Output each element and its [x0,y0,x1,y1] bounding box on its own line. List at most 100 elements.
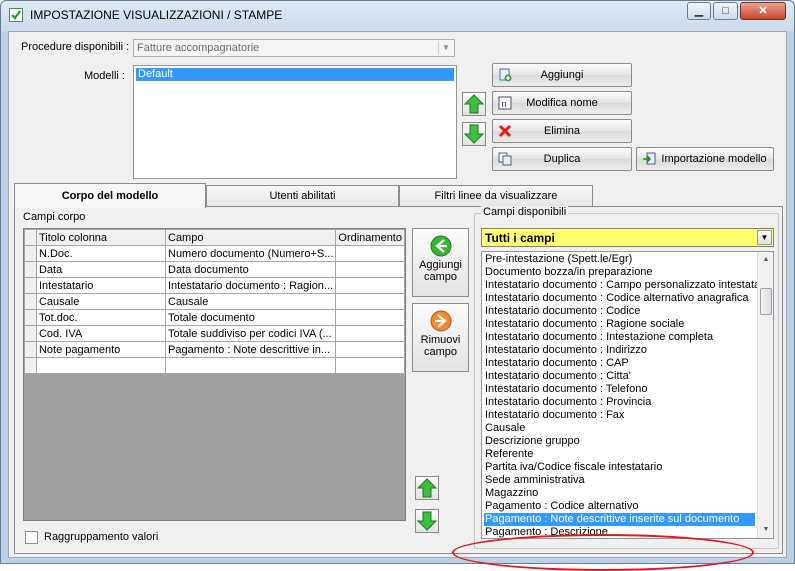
available-filter-value: Tutti i campi [485,231,555,245]
table-row[interactable] [24,357,405,374]
row-header[interactable] [24,341,37,358]
titolo-cell[interactable]: Intestatario [35,277,167,294]
row-header[interactable] [24,245,37,262]
list-item[interactable]: Pagamento : Codice alternativo [484,500,638,513]
campo-cell[interactable]: Causale [164,293,337,310]
tab-utenti-abilitati[interactable]: Utenti abilitati [206,185,399,206]
rename-model-button[interactable]: n Modifica nome [492,91,632,115]
body-fields-label: Campi corpo [23,211,86,223]
column-header-campo[interactable]: Campo [164,229,337,246]
add-field-label-2: campo [423,271,458,283]
green-up-arrow-icon [416,478,438,498]
table-row[interactable]: N.Doc. Numero documento (Numero+S... [24,245,405,262]
close-button[interactable]: ✕ [740,2,786,20]
table-row[interactable]: Note pagamento Pagamento : Note descritti… [24,341,405,358]
campo-cell[interactable]: Totale documento [164,309,337,326]
row-header[interactable] [24,261,37,278]
row-header[interactable] [24,293,37,310]
row-header[interactable] [24,325,37,342]
scroll-up-icon[interactable]: ▲ [758,252,773,268]
models-label: Modelli : [84,70,125,82]
chevron-down-icon: ▼ [438,41,453,55]
list-item[interactable]: Referente [484,448,533,461]
row-header[interactable] [24,357,37,374]
list-item[interactable]: Intestatario documento : Ragione sociale [484,318,684,331]
ordinamento-cell[interactable] [335,309,405,326]
list-item[interactable]: Intestatario documento : CAP [484,357,629,370]
titolo-cell[interactable]: Tot.doc. [35,309,167,326]
list-item[interactable]: Pagamento : Note descrittive inserite su… [484,513,755,526]
ordinamento-cell[interactable] [335,245,405,262]
list-item[interactable]: Magazzino [484,487,538,500]
list-item[interactable]: Documento bozza/in preparazione [484,266,653,279]
list-item[interactable]: Intestatario documento : Fax [484,409,624,422]
list-item[interactable]: Intestatario documento : Campo personali… [484,279,772,292]
maximize-button[interactable]: □ [713,2,738,20]
ordinamento-cell[interactable] [335,325,405,342]
available-filter-select[interactable]: Tutti i campi ▼ [481,228,774,247]
list-item[interactable]: Descrizione gruppo [484,435,580,448]
body-fields-grid[interactable]: Titolo colonna Campo Ordinamento N.Doc. N… [23,228,406,521]
list-item[interactable]: Intestatario documento : Indirizzo [484,344,647,357]
import-model-button[interactable]: Importazione modello [636,147,774,171]
campo-cell[interactable]: Pagamento : Note descrittive in... [164,341,337,358]
titolo-cell[interactable]: Causale [35,293,167,310]
table-header-row: Titolo colonna Campo Ordinamento [24,229,405,246]
remove-field-label-2: campo [423,346,458,358]
list-item[interactable]: Intestatario documento : Codice alternat… [484,292,749,305]
list-item[interactable]: Default [136,68,454,81]
column-header-ordinamento[interactable]: Ordinamento [335,229,405,246]
tab-filtri-linee[interactable]: Filtri linee da visualizzare [399,185,593,206]
tab-corpo-modello[interactable]: Corpo del modello [14,183,206,208]
procedure-select[interactable]: Fatture accompagnatorie ▼ [133,39,455,57]
titolo-cell[interactable]: Note pagamento [35,341,167,358]
list-item[interactable]: Causale [484,422,525,435]
row-header[interactable] [24,277,37,294]
campo-cell[interactable]: Totale suddiviso per codici IVA (... [164,325,337,342]
list-item[interactable]: Sede amministrativa [484,474,585,487]
list-item[interactable]: Intestatario documento : Telefono [484,383,647,396]
table-row[interactable]: Intestatario Intestatario documento : Rag… [24,277,405,294]
campo-cell[interactable]: Numero documento (Numero+S... [164,245,337,262]
ordinamento-cell[interactable] [335,293,405,310]
delete-model-button[interactable]: Elimina [492,119,632,143]
row-header[interactable] [24,309,37,326]
list-item[interactable]: Intestatario documento : Intestazione co… [484,331,713,344]
list-item[interactable]: Intestatario documento : Citta' [484,370,631,383]
list-item[interactable]: Intestatario documento : Provincia [484,396,651,409]
move-field-up-button[interactable] [415,476,439,500]
duplicate-model-button[interactable]: Duplica [492,147,632,171]
titolo-cell[interactable]: N.Doc. [35,245,167,262]
ordinamento-cell[interactable] [335,357,405,374]
list-item[interactable]: Pre-intestazione (Spett.le/Egr) [484,253,632,266]
table-row[interactable]: Causale Causale [24,293,405,310]
list-item[interactable]: Intestatario documento : Codice [484,305,640,318]
table-row[interactable]: Data Data documento [24,261,405,278]
available-fields-scrollbar[interactable]: ▲ ▼ [757,252,773,538]
available-fields-list[interactable]: Pagamento : Descrizione Pagamento : Note … [481,251,774,539]
table-row[interactable]: Cod. IVA Totale suddiviso per codici IVA … [24,325,405,342]
add-model-button[interactable]: Aggiungi [492,63,632,87]
remove-field-button[interactable]: Rimuovi campo [412,303,469,372]
scroll-down-icon[interactable]: ▼ [758,522,773,538]
scrollbar-thumb[interactable] [760,288,772,315]
models-list[interactable]: Default [133,65,457,179]
move-model-up-button[interactable] [462,92,486,116]
add-field-button[interactable]: Aggiungi campo [412,228,469,297]
move-model-down-button[interactable] [462,122,486,146]
grouping-checkbox[interactable] [25,531,38,544]
campo-cell[interactable]: Intestatario documento : Ragion... [164,277,337,294]
minimize-button[interactable]: ▁ [687,2,711,20]
ordinamento-cell[interactable] [335,341,405,358]
titolo-cell[interactable]: Data [35,261,167,278]
table-row[interactable]: Tot.doc. Totale documento [24,309,405,326]
ordinamento-cell[interactable] [335,277,405,294]
campo-cell[interactable]: Data documento [164,261,337,278]
list-item[interactable]: Partita iva/Codice fiscale intestatario [484,461,662,474]
titolo-cell[interactable]: Cod. IVA [35,325,167,342]
ordinamento-cell[interactable] [335,261,405,278]
titolo-cell[interactable] [35,357,167,374]
column-header-titolo[interactable]: Titolo colonna [35,229,167,246]
move-field-down-button[interactable] [415,509,439,533]
campo-cell[interactable] [164,357,337,374]
